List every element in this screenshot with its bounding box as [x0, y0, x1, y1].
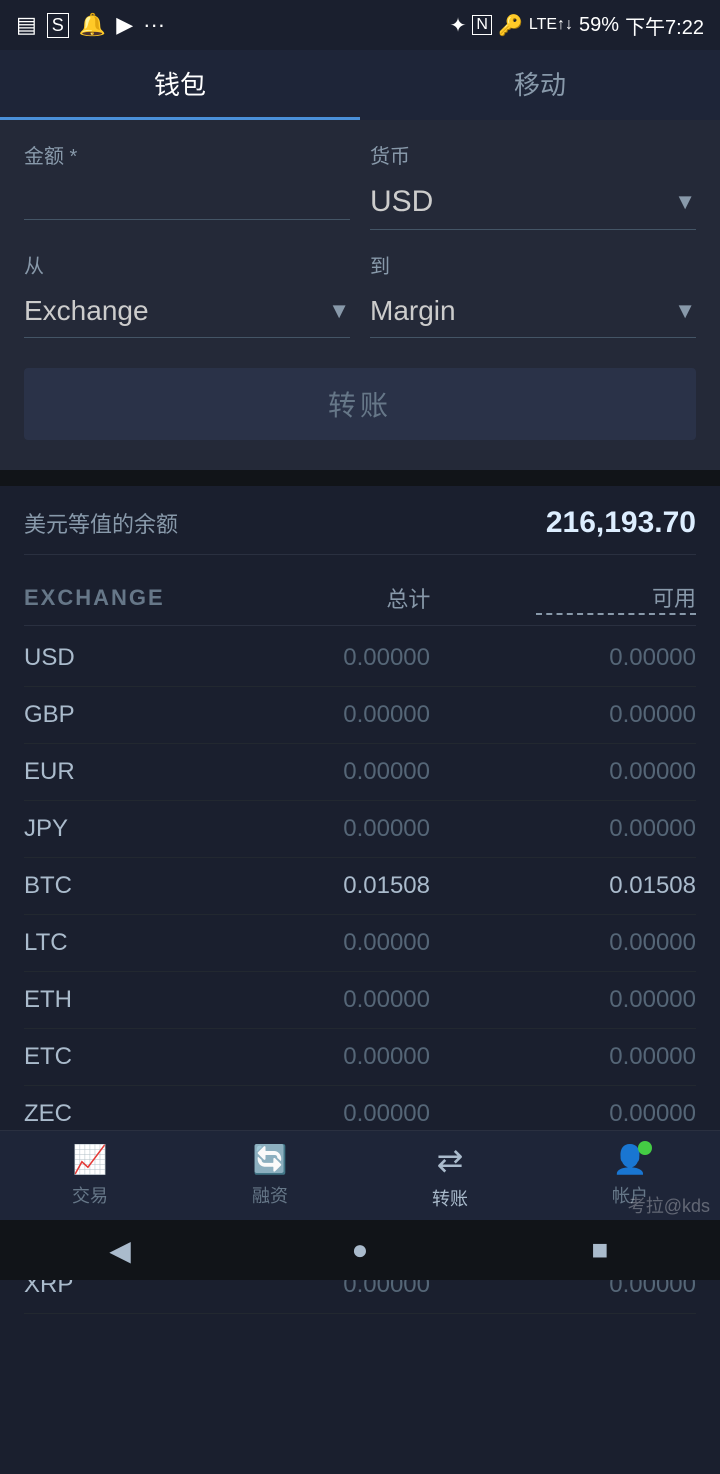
- to-group: 到 Margin ▼: [370, 250, 696, 338]
- divider: [0, 470, 720, 486]
- balance-label: 美元等值的余额: [24, 507, 178, 539]
- coin-name: JPY: [24, 815, 164, 843]
- available-value: 0.00000: [536, 986, 696, 1014]
- lte-icon: LTE↑↓: [529, 16, 573, 34]
- play-icon: ▶: [116, 12, 133, 38]
- transfer-icon: ⇄: [437, 1141, 464, 1179]
- table-row: LTC 0.00000 0.00000: [24, 915, 696, 972]
- total-value: 0.00000: [270, 1043, 430, 1071]
- nav-transfer[interactable]: ⇄ 转账: [432, 1141, 468, 1211]
- currency-label: 货币: [370, 140, 696, 169]
- table-row: ETC 0.00000 0.00000: [24, 1029, 696, 1086]
- main-tabs: 钱包 移动: [0, 50, 720, 120]
- amount-label: 金额 *: [24, 140, 350, 169]
- amount-group: 金额 *: [24, 140, 350, 230]
- currency-group: 货币 USD ▼: [370, 140, 696, 230]
- total-value: 0.00000: [270, 929, 430, 957]
- coin-name: ZEC: [24, 1100, 164, 1128]
- key-icon: 🔑: [498, 13, 523, 38]
- bottom-navigation: 📈 交易 🔄 融资 ⇄ 转账 👤 帐户: [0, 1130, 720, 1220]
- more-icon: ···: [143, 12, 165, 38]
- balance-section: 美元等值的余额 216,193.70: [0, 486, 720, 555]
- nav-trade[interactable]: 📈 交易: [72, 1143, 108, 1208]
- table-row: JPY 0.00000 0.00000: [24, 801, 696, 858]
- transfer-button[interactable]: 转账: [24, 368, 696, 440]
- from-group: 从 Exchange ▼: [24, 250, 350, 338]
- table-row: GBP 0.00000 0.00000: [24, 687, 696, 744]
- status-bar: ▤ S 🔔 ▶ ··· ✦ N 🔑 LTE↑↓ 59% 下午7:22: [0, 0, 720, 50]
- home-button[interactable]: ●: [335, 1225, 385, 1275]
- status-right-info: ✦ N 🔑 LTE↑↓ 59% 下午7:22: [450, 11, 704, 40]
- status-icon-1: ▤: [16, 12, 37, 38]
- coin-name: GBP: [24, 701, 164, 729]
- coin-name: USD: [24, 644, 164, 672]
- nav-finance-label: 融资: [252, 1182, 288, 1208]
- nfc-icon: N: [472, 15, 492, 35]
- from-dropdown-icon: ▼: [328, 298, 350, 324]
- balance-row: 美元等值的余额 216,193.70: [24, 506, 696, 555]
- battery-text: 59%: [579, 14, 619, 37]
- from-to-row: 从 Exchange ▼ 到 Margin ▼: [24, 250, 696, 338]
- coin-name: LTC: [24, 929, 164, 957]
- tab-move[interactable]: 移动: [360, 50, 720, 120]
- status-left-icons: ▤ S 🔔 ▶ ···: [16, 12, 165, 38]
- exchange-table-header: EXCHANGE 总计 可用: [24, 571, 696, 626]
- online-indicator: [638, 1141, 652, 1155]
- total-value: 0.01508: [270, 872, 430, 900]
- system-navigation-bar: ◀ ● ■: [0, 1220, 720, 1280]
- available-value: 0.00000: [536, 929, 696, 957]
- coin-name: ETH: [24, 986, 164, 1014]
- coin-name: BTC: [24, 872, 164, 900]
- total-value: 0.00000: [270, 758, 430, 786]
- available-value: 0.00000: [536, 1100, 696, 1128]
- watermark: 考拉@kds: [628, 1192, 710, 1218]
- currency-dropdown-icon: ▼: [674, 189, 696, 215]
- available-value: 0.01508: [536, 872, 696, 900]
- table-row: ETH 0.00000 0.00000: [24, 972, 696, 1029]
- total-value: 0.00000: [270, 815, 430, 843]
- available-value: 0.00000: [536, 815, 696, 843]
- nav-transfer-label: 转账: [432, 1185, 468, 1211]
- total-value: 0.00000: [270, 986, 430, 1014]
- from-label: 从: [24, 250, 350, 279]
- total-value: 0.00000: [270, 644, 430, 672]
- to-dropdown-icon: ▼: [674, 298, 696, 324]
- nav-finance[interactable]: 🔄 融资: [252, 1143, 288, 1208]
- to-label: 到: [370, 250, 696, 279]
- amount-input[interactable]: [24, 175, 350, 220]
- available-value: 0.00000: [536, 701, 696, 729]
- currency-select[interactable]: USD ▼: [370, 175, 696, 230]
- available-value: 0.00000: [536, 758, 696, 786]
- bluetooth-icon: ✦: [450, 13, 467, 38]
- amount-currency-row: 金额 * 货币 USD ▼: [24, 140, 696, 230]
- table-row: EUR 0.00000 0.00000: [24, 744, 696, 801]
- trade-icon: 📈: [73, 1143, 108, 1176]
- recent-button[interactable]: ■: [575, 1225, 625, 1275]
- coin-name: ETC: [24, 1043, 164, 1071]
- total-col-header: 总计: [270, 582, 430, 614]
- total-value: 0.00000: [270, 701, 430, 729]
- available-value: 0.00000: [536, 1043, 696, 1071]
- to-select[interactable]: Margin ▼: [370, 285, 696, 338]
- balance-value: 216,193.70: [546, 506, 696, 540]
- tab-wallet[interactable]: 钱包: [0, 50, 360, 120]
- from-select[interactable]: Exchange ▼: [24, 285, 350, 338]
- total-value: 0.00000: [270, 1100, 430, 1128]
- exchange-section-title: EXCHANGE: [24, 585, 165, 611]
- finance-icon: 🔄: [253, 1143, 288, 1176]
- available-value: 0.00000: [536, 644, 696, 672]
- transfer-form: 金额 * 货币 USD ▼ 从 Exchange ▼ 到: [0, 120, 720, 470]
- coin-name: EUR: [24, 758, 164, 786]
- status-icon-2: S: [47, 13, 69, 38]
- nav-trade-label: 交易: [72, 1182, 108, 1208]
- time-display: 下午7:22: [625, 11, 704, 40]
- table-row: BTC 0.01508 0.01508: [24, 858, 696, 915]
- available-col-header: 可用: [536, 581, 696, 615]
- table-row: USD 0.00000 0.00000: [24, 630, 696, 687]
- back-button[interactable]: ◀: [95, 1225, 145, 1275]
- notification-icon: 🔔: [79, 12, 106, 38]
